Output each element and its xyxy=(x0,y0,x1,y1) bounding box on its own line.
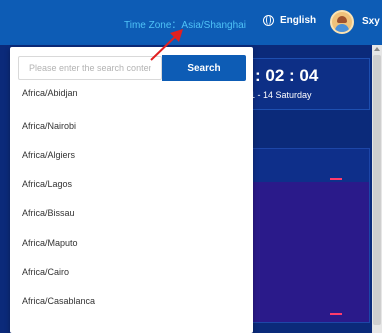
arrow-shaft xyxy=(150,33,179,61)
annotation-arrow xyxy=(150,29,183,61)
